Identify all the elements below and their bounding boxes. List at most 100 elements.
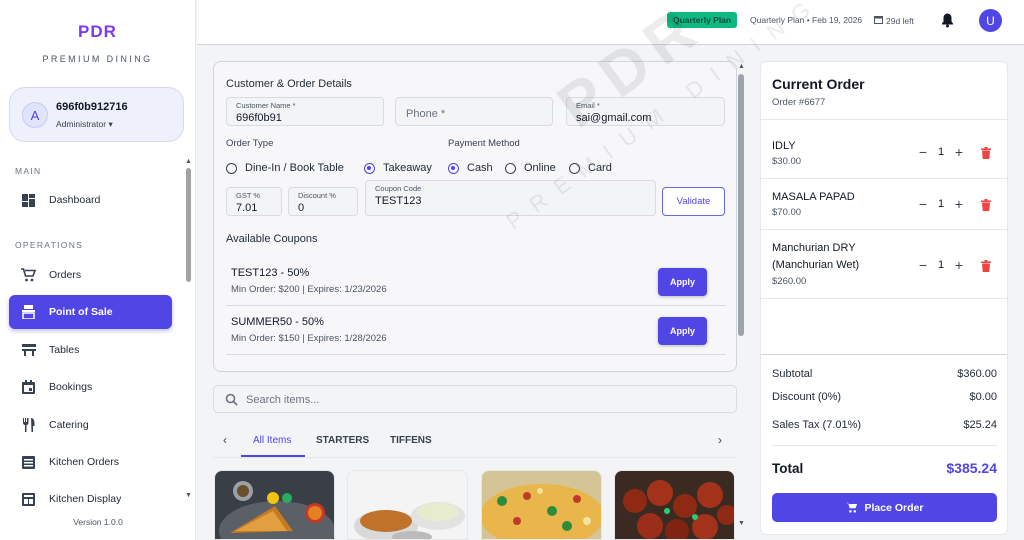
order-item: MASALA PAPAD $70.00 − 1 + (761, 179, 1007, 230)
apply-coupon-button[interactable]: Apply (658, 317, 707, 345)
tab-active-indicator (241, 455, 305, 457)
order-item: IDLY $30.00 − 1 + (761, 120, 1007, 179)
phone-field[interactable]: Phone * (395, 97, 553, 126)
days-left-text: 29d left (886, 15, 914, 26)
search-placeholder: Search items... (246, 394, 320, 406)
trash-icon[interactable] (981, 146, 991, 164)
nav-section-operations: OPERATIONS (15, 240, 84, 250)
gst-field[interactable]: GST % 7.01 (226, 187, 282, 216)
brand-subtitle: PREMIUM DINING (42, 54, 153, 64)
increase-button[interactable]: + (952, 144, 966, 160)
scroll-down-arrow-icon[interactable]: ▼ (738, 520, 745, 527)
user-card[interactable]: A 696f0b912716 Administrator ▾ (9, 87, 184, 142)
radio-online[interactable]: Online (505, 162, 556, 174)
quantity-stepper: − 1 + (916, 196, 966, 212)
discount-value: 0 (298, 202, 305, 214)
sidebar-item-point-of-sale[interactable]: Point of Sale (9, 295, 172, 329)
brand: PDR PREMIUM DINING (0, 0, 195, 64)
search-input[interactable]: Search items... (213, 385, 737, 413)
discount-label: Discount % (298, 191, 336, 200)
order-type-label: Order Type (226, 138, 274, 149)
place-order-label: Place Order (864, 501, 924, 514)
user-role[interactable]: Administrator ▾ (56, 119, 113, 130)
user-avatar-button[interactable]: U (979, 9, 1002, 32)
sidebar-item-kitchen-display[interactable]: Kitchen Display (9, 482, 172, 516)
calendar-icon (874, 15, 883, 26)
main-scrollbar[interactable] (738, 74, 744, 336)
subtotal-label: Subtotal (772, 368, 813, 380)
customer-name-value: 696f0b91 (236, 112, 282, 124)
trash-icon[interactable] (981, 259, 991, 277)
radio-takeaway[interactable]: Takeaway (364, 162, 432, 174)
coupon-meta: Min Order: $200 | Expires: 1/23/2026 (231, 284, 387, 295)
scroll-down-arrow-icon[interactable]: ▼ (185, 492, 192, 499)
tab-tiffens[interactable]: TIFFENS (390, 435, 432, 446)
menu-item-card[interactable] (481, 470, 602, 540)
tax-value: $25.24 (963, 419, 997, 431)
menu-item-card[interactable] (614, 470, 735, 540)
user-avatar: A (22, 102, 48, 128)
search-icon (225, 393, 238, 411)
sidebar-item-tables[interactable]: Tables (9, 333, 172, 367)
increase-button[interactable]: + (952, 196, 966, 212)
scroll-up-arrow-icon[interactable]: ▲ (738, 63, 745, 70)
order-item-name: IDLY (772, 140, 796, 152)
discount-field[interactable]: Discount % 0 (288, 187, 358, 216)
scroll-up-arrow-icon[interactable]: ▲ (185, 158, 192, 165)
subtotal-row: Subtotal $360.00 (772, 368, 997, 380)
days-left: 29d left (874, 15, 914, 26)
order-item-name: MASALA PAPAD (772, 191, 855, 203)
radio-dine-in[interactable]: Dine-In / Book Table (226, 162, 344, 174)
sidebar-scrollbar[interactable] (186, 168, 191, 282)
version-label: Version 1.0.0 (73, 517, 123, 527)
details-title: Customer & Order Details (226, 78, 352, 90)
apply-coupon-button[interactable]: Apply (658, 268, 707, 296)
sidebar-item-orders[interactable]: Orders (9, 258, 172, 292)
radio-cash[interactable]: Cash (448, 162, 493, 174)
radio-card[interactable]: Card (569, 162, 612, 174)
menu-item-card[interactable] (214, 470, 335, 540)
tab-starters[interactable]: STARTERS (316, 435, 369, 446)
current-order-panel: Current Order Order #6677 IDLY $30.00 − … (760, 61, 1008, 535)
sidebar-item-kitchen-orders[interactable]: Kitchen Orders (9, 445, 172, 479)
gst-value: 7.01 (236, 202, 258, 214)
customer-name-field[interactable]: Customer Name * 696f0b91 (226, 97, 384, 126)
order-item-name: Manchurian DRY (Manchurian Wet) (772, 242, 860, 271)
radio-label: Cash (467, 162, 493, 174)
coupon-item: SUMMER50 - 50% Min Order: $150 | Expires… (226, 306, 726, 355)
chevron-left-icon[interactable]: ‹ (223, 433, 227, 447)
quantity-stepper: − 1 + (916, 144, 966, 160)
discount-label: Discount (0%) (772, 391, 842, 403)
chevron-down-icon: ▾ (108, 119, 113, 129)
bell-icon[interactable] (941, 13, 954, 33)
increase-button[interactable]: + (952, 257, 966, 273)
decrease-button[interactable]: − (916, 257, 930, 273)
sidebar-item-bookings[interactable]: Bookings (9, 370, 172, 404)
plan-badge: Quarterly Plan (667, 12, 738, 28)
coupon-code-value: TEST123 (375, 195, 422, 207)
order-title: Current Order (772, 76, 865, 92)
tab-all-items[interactable]: All Items (253, 435, 291, 446)
trash-icon[interactable] (981, 198, 991, 216)
decrease-button[interactable]: − (916, 144, 930, 160)
sidebar-item-catering[interactable]: Catering (9, 408, 172, 442)
sidebar-item-label: Orders (49, 269, 82, 281)
email-field[interactable]: Email * sai@gmail.com (566, 97, 725, 126)
place-order-button[interactable]: Place Order (772, 493, 997, 522)
available-coupons-title: Available Coupons (226, 233, 318, 245)
coupon-code-field[interactable]: Coupon Code TEST123 (365, 180, 656, 216)
sidebar-item-label: Bookings (49, 381, 93, 393)
food-image (615, 471, 734, 539)
menu-item-card[interactable] (347, 470, 468, 540)
chevron-right-icon[interactable]: › (718, 433, 722, 447)
validate-button[interactable]: Validate (662, 187, 725, 216)
radio-label: Card (588, 162, 612, 174)
decrease-button[interactable]: − (916, 196, 930, 212)
sidebar-item-dashboard[interactable]: Dashboard (9, 183, 172, 217)
monitor-icon (21, 492, 36, 507)
order-item: Manchurian DRY (Manchurian Wet) $260.00 … (761, 230, 1007, 299)
cart-icon (845, 502, 857, 513)
sidebar-item-label: Kitchen Display (49, 493, 122, 505)
list-icon (21, 455, 36, 470)
radio-circle-selected (364, 162, 375, 174)
